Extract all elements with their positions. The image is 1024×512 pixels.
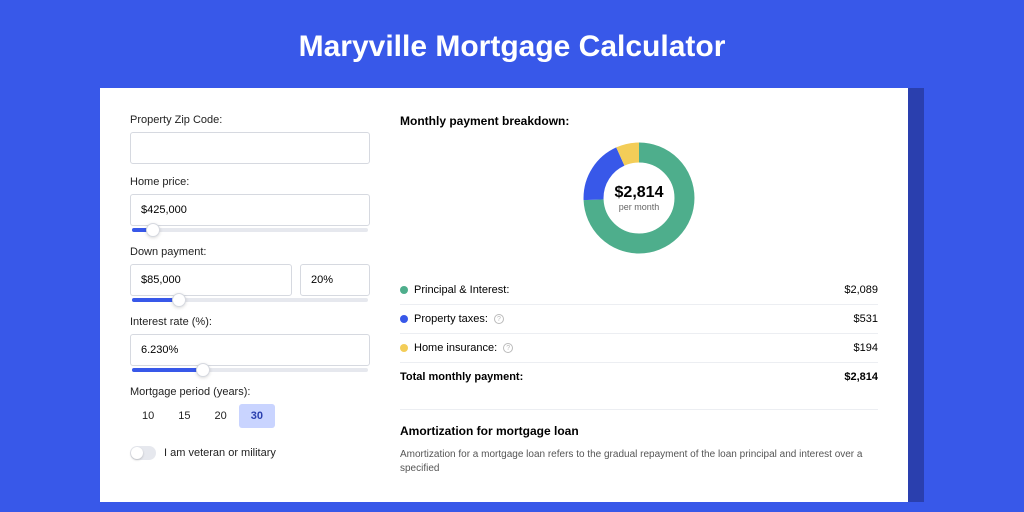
price-slider-thumb[interactable] <box>146 223 160 237</box>
breakdown-item-label: Property taxes: <box>414 313 488 325</box>
breakdown-heading: Monthly payment breakdown: <box>400 114 878 128</box>
legend-dot <box>400 286 408 294</box>
calculator-card: Property Zip Code: Home price: Down paym… <box>100 88 908 502</box>
price-slider[interactable] <box>132 228 368 232</box>
breakdown-item-value: $194 <box>854 342 878 354</box>
veteran-label: I am veteran or military <box>164 447 276 459</box>
breakdown-line: Principal & Interest: $2,089 <box>400 276 878 304</box>
total-label: Total monthly payment: <box>400 371 523 383</box>
amort-heading: Amortization for mortgage loan <box>400 424 878 438</box>
rate-label: Interest rate (%): <box>130 316 370 328</box>
breakdown-item-label: Home insurance: <box>414 342 497 354</box>
toggle-knob <box>131 447 143 459</box>
zip-label: Property Zip Code: <box>130 114 370 126</box>
breakdown-panel: Monthly payment breakdown: $2,814 per mo… <box>400 114 878 476</box>
period-option-20[interactable]: 20 <box>203 404 239 428</box>
page-title: Maryville Mortgage Calculator <box>0 0 1024 88</box>
down-pct-input[interactable] <box>300 264 370 296</box>
down-label: Down payment: <box>130 246 370 258</box>
donut-chart: $2,814 per month <box>400 138 878 258</box>
period-group: 10152030 <box>130 404 370 428</box>
period-label: Mortgage period (years): <box>130 386 370 398</box>
down-input[interactable] <box>130 264 292 296</box>
period-option-30[interactable]: 30 <box>239 404 275 428</box>
info-icon[interactable]: ? <box>494 314 504 324</box>
breakdown-item-label: Principal & Interest: <box>414 284 509 296</box>
amort-text: Amortization for a mortgage loan refers … <box>400 448 878 476</box>
price-label: Home price: <box>130 176 370 188</box>
breakdown-item-value: $531 <box>854 313 878 325</box>
down-slider-thumb[interactable] <box>172 293 186 307</box>
down-slider[interactable] <box>132 298 368 302</box>
zip-input[interactable] <box>130 132 370 164</box>
card-shadow: Property Zip Code: Home price: Down paym… <box>100 88 924 502</box>
rate-slider-fill <box>132 368 203 372</box>
donut-sub: per month <box>619 202 660 212</box>
donut-amount: $2,814 <box>615 184 664 202</box>
info-icon[interactable]: ? <box>503 343 513 353</box>
rate-input[interactable] <box>130 334 370 366</box>
legend-dot <box>400 315 408 323</box>
breakdown-line: Property taxes:? $531 <box>400 304 878 333</box>
period-option-15[interactable]: 15 <box>166 404 202 428</box>
legend-dot <box>400 344 408 352</box>
period-option-10[interactable]: 10 <box>130 404 166 428</box>
rate-slider[interactable] <box>132 368 368 372</box>
rate-slider-thumb[interactable] <box>196 363 210 377</box>
price-input[interactable] <box>130 194 370 226</box>
total-value: $2,814 <box>844 371 878 383</box>
input-panel: Property Zip Code: Home price: Down paym… <box>130 114 370 476</box>
breakdown-item-value: $2,089 <box>844 284 878 296</box>
veteran-toggle[interactable] <box>130 446 156 460</box>
breakdown-line: Home insurance:? $194 <box>400 333 878 362</box>
